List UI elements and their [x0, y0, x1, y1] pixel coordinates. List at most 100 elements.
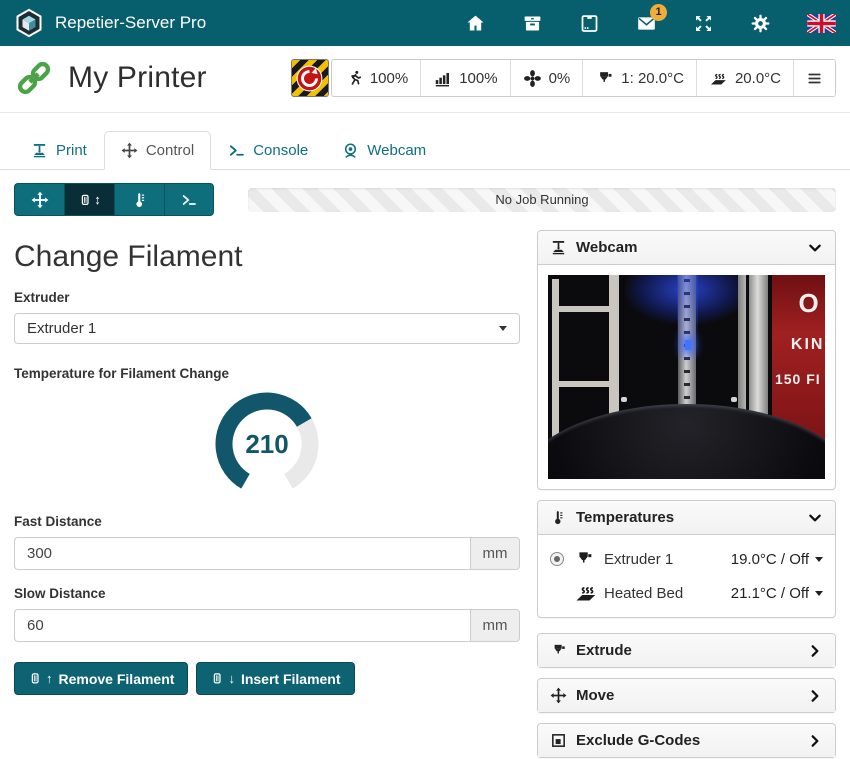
section-heading: Change Filament	[14, 240, 520, 274]
move-icon	[121, 142, 138, 159]
speed-value: 100%	[370, 70, 408, 87]
extruder-label: Extruder	[14, 290, 520, 305]
extruder-select-value: Extruder 1	[27, 320, 96, 337]
temperatures-panel: Temperatures Extruder 1 19.0°C / Off	[537, 500, 836, 618]
tab-control[interactable]: Control	[104, 131, 211, 170]
emergency-stop-button[interactable]	[291, 59, 329, 97]
temperature-label: Temperature for Filament Change	[14, 366, 520, 381]
arrow-updown-icon: ↕	[94, 192, 101, 207]
fullscreen-icon[interactable]	[693, 13, 714, 34]
slow-distance-input[interactable]	[14, 609, 470, 642]
chevron-right-icon	[807, 688, 823, 704]
webcam-panel: Webcam	[537, 230, 836, 490]
extruder-temp-dropdown[interactable]: 19.0°C / Off	[731, 551, 823, 568]
tab-print[interactable]: Print	[14, 131, 104, 170]
job-status-text: No Job Running	[495, 192, 588, 207]
job-progress-bar: No Job Running	[248, 188, 836, 212]
printer-frame-icon[interactable]	[579, 13, 600, 34]
caret-down-icon	[499, 326, 507, 331]
caret-down-icon	[815, 557, 823, 562]
temperature-row-bed: Heated Bed 21.1°C / Off	[538, 575, 835, 611]
printer-header: My Printer 100% 100% 0% 1: 20.0°C	[0, 46, 850, 113]
archive-icon[interactable]	[522, 13, 543, 34]
webcam-panel-header[interactable]: Webcam	[538, 231, 835, 265]
page-title: My Printer	[68, 61, 207, 95]
extrude-panel-header[interactable]: Extrude	[538, 634, 835, 667]
messages-icon[interactable]: 1	[636, 13, 657, 34]
bed-temp-status[interactable]: 20.0°C	[697, 60, 794, 96]
fast-distance-label: Fast Distance	[14, 514, 520, 529]
extruder-icon	[595, 69, 614, 88]
filament-spool-icon	[210, 671, 225, 686]
chevron-down-icon	[807, 240, 823, 256]
move-icon	[550, 687, 567, 704]
printer-icon	[550, 239, 567, 256]
control-mode-buttons: ↕	[14, 183, 214, 216]
heated-bed-icon	[574, 581, 598, 605]
tab-bar: Print Control Console Webcam	[0, 113, 850, 170]
bed-temp-dropdown[interactable]: 21.1°C / Off	[731, 585, 823, 602]
fast-distance-input[interactable]	[14, 537, 470, 570]
insert-filament-button[interactable]: ↓ Insert Filament	[196, 662, 354, 695]
extruder-select[interactable]: Extruder 1	[14, 313, 520, 344]
chevron-right-icon	[807, 733, 823, 749]
settings-gear-icon[interactable]	[750, 13, 771, 34]
console-icon	[181, 192, 197, 208]
mode-move-button[interactable]	[14, 183, 64, 216]
move-icon	[31, 191, 49, 209]
filament-spool-icon	[28, 671, 43, 686]
message-count-badge: 1	[650, 4, 667, 21]
arrow-up-icon: ↑	[46, 671, 53, 686]
chevron-down-icon	[807, 510, 823, 526]
console-icon	[228, 142, 245, 159]
fast-distance-unit: mm	[470, 537, 520, 570]
slow-distance-unit: mm	[470, 609, 520, 642]
exclude-region-icon	[550, 732, 567, 749]
thermometer-icon	[131, 191, 149, 209]
extruder-temp-status[interactable]: 1: 20.0°C	[583, 60, 697, 96]
printer-status-bar: 100% 100% 0% 1: 20.0°C 20.0°C	[331, 59, 836, 97]
gauge-value-text: 210	[245, 429, 288, 459]
exclude-gcodes-panel: Exclude G-Codes	[537, 723, 836, 758]
tab-console[interactable]: Console	[211, 131, 325, 170]
move-panel-header[interactable]: Move	[538, 679, 835, 712]
flow-status[interactable]: 100%	[421, 60, 510, 96]
extruder-icon	[574, 549, 594, 569]
exclude-gcodes-panel-header[interactable]: Exclude G-Codes	[538, 724, 835, 757]
mode-filament-button[interactable]: ↕	[64, 183, 114, 216]
temperature-row-extruder: Extruder 1 19.0°C / Off	[538, 543, 835, 575]
bed-temp-value: 20.0°C	[735, 70, 781, 87]
top-navbar: Repetier-Server Pro 1	[0, 0, 850, 46]
fan-status[interactable]: 0%	[511, 60, 584, 96]
webcam-icon	[342, 142, 359, 159]
fan-value: 0%	[549, 70, 571, 87]
mode-temperature-button[interactable]	[114, 183, 164, 216]
remove-filament-button[interactable]: ↑ Remove Filament	[14, 662, 188, 695]
language-flag-icon[interactable]	[807, 14, 836, 33]
flow-icon	[433, 69, 452, 88]
arrow-down-icon: ↓	[228, 671, 235, 686]
mode-console-button[interactable]	[164, 183, 214, 216]
extruder-radio[interactable]	[550, 552, 564, 566]
app-logo-icon	[14, 8, 44, 38]
printer-menu-button[interactable]	[794, 60, 835, 96]
webcam-image: O KIN 150 FI	[548, 275, 825, 479]
temperature-gauge[interactable]: 210	[212, 389, 322, 504]
connection-link-icon	[14, 58, 54, 98]
printer-icon	[31, 142, 48, 159]
speed-status[interactable]: 100%	[332, 60, 421, 96]
app-brand[interactable]: Repetier-Server Pro	[14, 8, 206, 38]
extrude-panel: Extrude	[537, 633, 836, 668]
fan-icon	[523, 69, 542, 88]
flow-value: 100%	[459, 70, 497, 87]
home-icon[interactable]	[465, 13, 486, 34]
reset-arrow-icon	[296, 65, 323, 92]
chevron-right-icon	[807, 643, 823, 659]
gauge-track	[289, 423, 311, 482]
thermometer-icon	[550, 509, 567, 526]
tab-webcam[interactable]: Webcam	[325, 131, 443, 170]
caret-down-icon	[815, 591, 823, 596]
move-panel: Move	[537, 678, 836, 713]
temperatures-panel-header[interactable]: Temperatures	[538, 501, 835, 535]
extruder-icon	[550, 642, 567, 659]
